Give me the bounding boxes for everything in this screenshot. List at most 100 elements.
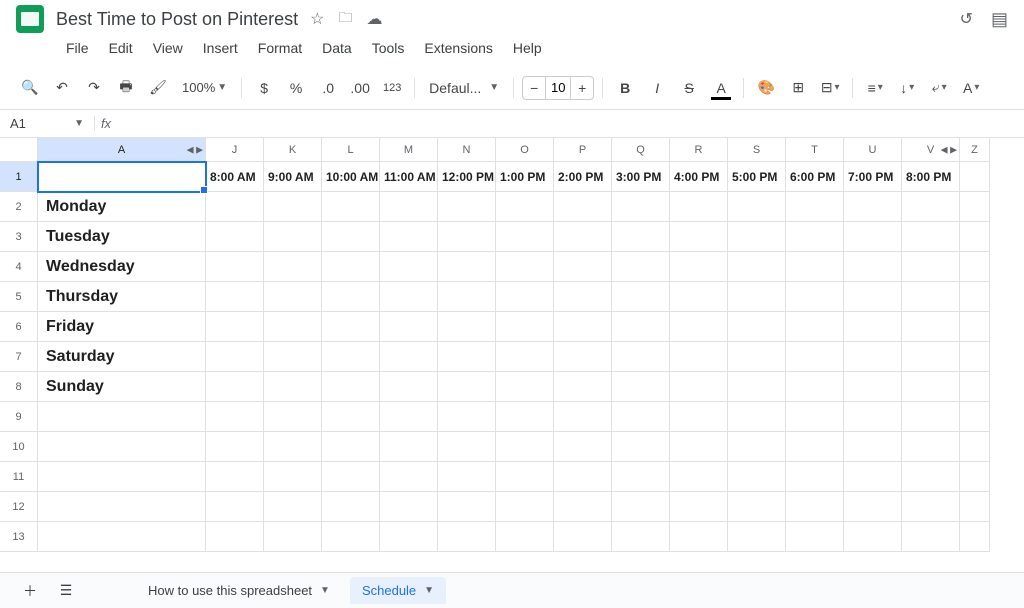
cell[interactable] — [322, 252, 380, 282]
cell[interactable] — [438, 192, 496, 222]
cell[interactable] — [612, 462, 670, 492]
cell[interactable] — [438, 492, 496, 522]
row-header[interactable]: 13 — [0, 522, 38, 552]
cell[interactable]: Thursday — [38, 282, 206, 312]
cell[interactable] — [322, 192, 380, 222]
cell[interactable] — [38, 492, 206, 522]
cell[interactable]: 8:00 PM — [902, 162, 960, 192]
cell[interactable] — [844, 282, 902, 312]
cell[interactable] — [844, 432, 902, 462]
row-header[interactable]: 4 — [0, 252, 38, 282]
cell[interactable] — [670, 432, 728, 462]
cell[interactable] — [496, 222, 554, 252]
cell[interactable] — [438, 312, 496, 342]
cell[interactable] — [612, 312, 670, 342]
cell[interactable] — [786, 402, 844, 432]
menu-data[interactable]: Data — [314, 36, 360, 60]
cell[interactable]: 1:00 PM — [496, 162, 554, 192]
cell[interactable] — [496, 342, 554, 372]
cell[interactable]: Monday — [38, 192, 206, 222]
cell[interactable]: Sunday — [38, 372, 206, 402]
cell[interactable] — [612, 192, 670, 222]
currency-icon[interactable]: $ — [250, 74, 278, 102]
cell[interactable] — [264, 522, 322, 552]
cell[interactable] — [960, 162, 990, 192]
cell[interactable] — [960, 342, 990, 372]
cell[interactable] — [322, 282, 380, 312]
cell[interactable]: 7:00 PM — [844, 162, 902, 192]
cell[interactable] — [438, 372, 496, 402]
cell[interactable] — [844, 342, 902, 372]
percent-icon[interactable]: % — [282, 74, 310, 102]
cell[interactable] — [902, 342, 960, 372]
cell[interactable] — [612, 282, 670, 312]
menu-extensions[interactable]: Extensions — [416, 36, 500, 60]
merge-icon[interactable]: ⊟▾ — [816, 74, 844, 102]
cell[interactable] — [612, 522, 670, 552]
cell[interactable] — [960, 492, 990, 522]
cell[interactable] — [438, 252, 496, 282]
search-icon[interactable]: 🔍 — [16, 74, 44, 102]
bold-icon[interactable]: B — [611, 74, 639, 102]
cell[interactable] — [960, 522, 990, 552]
cell[interactable] — [786, 432, 844, 462]
cell[interactable] — [496, 522, 554, 552]
cell[interactable] — [496, 462, 554, 492]
cell[interactable] — [322, 492, 380, 522]
column-header-k[interactable]: K — [264, 138, 322, 162]
cell[interactable] — [902, 372, 960, 402]
cell[interactable] — [438, 282, 496, 312]
cell[interactable] — [264, 222, 322, 252]
cell[interactable] — [554, 432, 612, 462]
paint-format-icon[interactable]: 🖌 — [144, 74, 172, 102]
cell[interactable] — [206, 492, 264, 522]
cell[interactable] — [670, 372, 728, 402]
text-color-icon[interactable]: A — [707, 74, 735, 102]
cell[interactable] — [206, 342, 264, 372]
cell[interactable]: Friday — [38, 312, 206, 342]
cell[interactable] — [612, 342, 670, 372]
row-header[interactable]: 12 — [0, 492, 38, 522]
row-header[interactable]: 10 — [0, 432, 38, 462]
cell[interactable] — [264, 312, 322, 342]
column-header-p[interactable]: P — [554, 138, 612, 162]
cell[interactable] — [728, 522, 786, 552]
menu-tools[interactable]: Tools — [364, 36, 413, 60]
cell[interactable] — [670, 492, 728, 522]
column-header-l[interactable]: L — [322, 138, 380, 162]
column-header-n[interactable]: N — [438, 138, 496, 162]
cell[interactable] — [728, 192, 786, 222]
cell[interactable] — [206, 282, 264, 312]
print-icon[interactable]: 🖶 — [112, 74, 140, 102]
column-header-j[interactable]: J — [206, 138, 264, 162]
star-icon[interactable]: ☆ — [310, 9, 324, 29]
cell[interactable] — [206, 462, 264, 492]
cell[interactable] — [728, 402, 786, 432]
cell[interactable] — [380, 252, 438, 282]
cell[interactable]: 3:00 PM — [612, 162, 670, 192]
cloud-icon[interactable]: ☁ — [366, 9, 382, 29]
cell[interactable] — [554, 252, 612, 282]
sheet-tab-howto[interactable]: How to use this spreadsheet▼ — [136, 577, 342, 604]
cell[interactable] — [960, 222, 990, 252]
column-header-m[interactable]: M — [380, 138, 438, 162]
cell[interactable] — [322, 432, 380, 462]
cell[interactable] — [670, 342, 728, 372]
decrease-font-icon[interactable]: − — [523, 77, 545, 99]
cell[interactable] — [322, 522, 380, 552]
cell[interactable] — [38, 462, 206, 492]
cell[interactable] — [554, 522, 612, 552]
cell[interactable] — [786, 342, 844, 372]
cell[interactable] — [670, 462, 728, 492]
cell[interactable]: 10:00 AM — [322, 162, 380, 192]
move-icon[interactable]: 🗀 — [338, 7, 352, 31]
cell[interactable] — [612, 432, 670, 462]
cell[interactable] — [322, 222, 380, 252]
column-header-s[interactable]: S — [728, 138, 786, 162]
cell[interactable] — [438, 432, 496, 462]
cell[interactable] — [612, 222, 670, 252]
cell[interactable] — [786, 252, 844, 282]
row-header[interactable]: 8 — [0, 372, 38, 402]
cell[interactable] — [496, 252, 554, 282]
cell[interactable] — [960, 282, 990, 312]
